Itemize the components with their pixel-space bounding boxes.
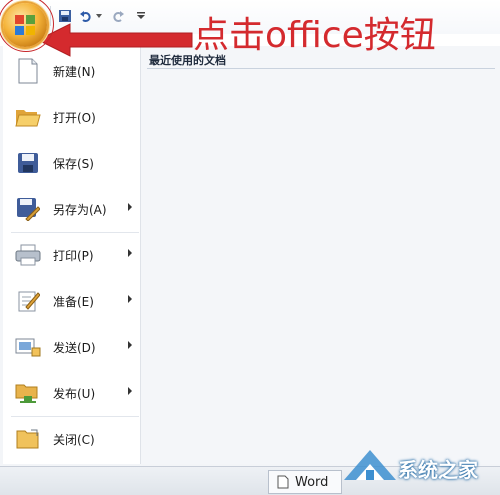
menu-divider xyxy=(11,416,139,417)
menu-item-label: 打开(O) xyxy=(53,110,96,125)
menu-item-save-as[interactable]: 另存为(A) xyxy=(3,188,140,230)
submenu-arrow-icon xyxy=(128,341,132,349)
menu-item-label: 打印(P) xyxy=(53,248,94,263)
watermark-logo-icon xyxy=(344,450,396,480)
menu-item-label: 关闭(C) xyxy=(53,432,95,447)
publish-icon xyxy=(15,380,41,406)
menu-item-save[interactable]: 保存(S) xyxy=(3,142,140,184)
document-icon xyxy=(277,475,289,489)
printer-icon xyxy=(15,242,41,268)
watermark-text: 系统之家 xyxy=(398,458,478,482)
submenu-arrow-icon xyxy=(128,249,132,257)
menu-item-open[interactable]: 打开(O) xyxy=(3,96,140,138)
menu-item-publish[interactable]: 发布(U) xyxy=(3,372,140,414)
watermark: 系统之家 xyxy=(340,440,500,494)
menu-item-label: 发布(U) xyxy=(53,386,96,401)
send-icon xyxy=(15,334,41,360)
office-menu: 新建(N) 打开(O) 保存(S) 另存为(A) 打印(P) 准备(E) 发送(… xyxy=(0,46,500,466)
open-folder-icon xyxy=(15,104,41,130)
menu-item-prepare[interactable]: 准备(E) xyxy=(3,280,140,322)
save-as-icon xyxy=(15,196,41,222)
close-folder-icon xyxy=(15,426,41,452)
menu-commands: 新建(N) 打开(O) 保存(S) 另存为(A) 打印(P) 准备(E) 发送(… xyxy=(3,46,141,464)
annotation-arrow xyxy=(36,23,193,57)
taskbar-word-button[interactable]: Word xyxy=(268,470,342,494)
menu-divider xyxy=(11,232,139,233)
new-document-icon xyxy=(15,58,41,84)
menu-item-label: 准备(E) xyxy=(53,294,94,309)
menu-item-label: 新建(N) xyxy=(53,64,96,79)
recent-documents-panel: 最近使用的文档 xyxy=(141,46,500,464)
menu-item-print[interactable]: 打印(P) xyxy=(3,234,140,276)
menu-item-label: 另存为(A) xyxy=(53,202,107,217)
menu-item-close[interactable]: 关闭(C) xyxy=(3,418,140,460)
menu-item-label: 保存(S) xyxy=(53,156,94,171)
taskbar-word-label: Word xyxy=(295,474,329,490)
submenu-arrow-icon xyxy=(128,295,132,303)
annotation-text: 点击office按钮 xyxy=(193,15,436,56)
menu-item-send[interactable]: 发送(D) xyxy=(3,326,140,368)
menu-item-label: 发送(D) xyxy=(53,340,96,355)
prepare-icon xyxy=(15,288,41,314)
floppy-disk-icon xyxy=(15,150,41,176)
submenu-arrow-icon xyxy=(128,203,132,211)
submenu-arrow-icon xyxy=(128,387,132,395)
recent-title-divider xyxy=(147,68,495,69)
